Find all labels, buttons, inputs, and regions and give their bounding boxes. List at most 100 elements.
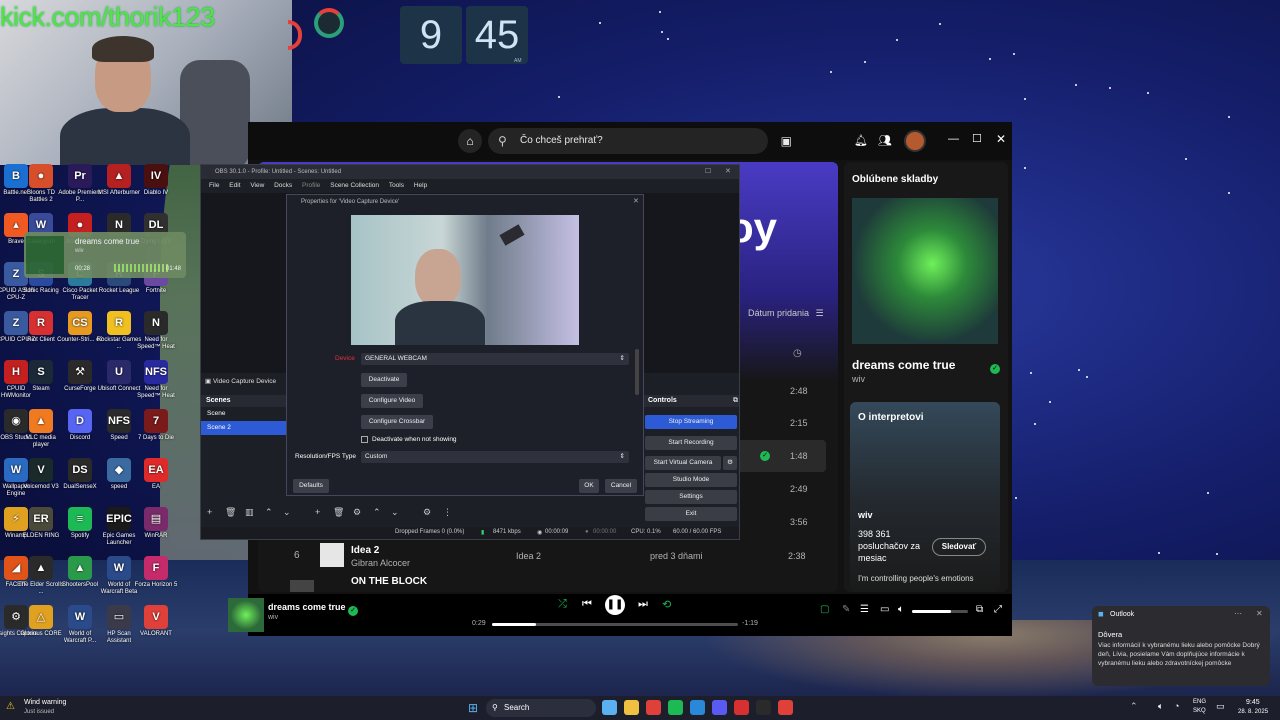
track-title-next[interactable]: ON THE BLOCK (351, 576, 427, 587)
filter-scene-icon[interactable]: ▥ (245, 507, 254, 518)
defaults-button[interactable]: Defaults (293, 479, 329, 493)
deactivate-checkbox[interactable] (361, 436, 368, 443)
spotify-search-input[interactable]: ⚲ Čo chceš prehrať? ▣ (488, 128, 792, 154)
scene-item[interactable]: Scene (201, 407, 287, 421)
menu-edit[interactable]: Edit (229, 182, 240, 189)
add-scene-icon[interactable]: + (207, 507, 212, 517)
taskbar-time[interactable]: 9:45 (1246, 699, 1260, 706)
studio-mode-button[interactable]: Studio Mode (645, 473, 737, 487)
start-recording-button[interactable]: Start Recording (645, 436, 737, 450)
deactivate-button[interactable]: Deactivate (361, 373, 407, 387)
weather-title[interactable]: Wind warning (24, 699, 66, 706)
device-select[interactable]: GENERAL WEBCAM ⇕ (361, 353, 629, 365)
menu-file[interactable]: File (209, 182, 219, 189)
panel-song-title[interactable]: dreams come true (852, 358, 955, 372)
file-explorer-icon[interactable] (624, 700, 639, 715)
exit-button[interactable]: Exit (645, 507, 737, 521)
mixer-settings-icon[interactable]: ⚙ (423, 507, 431, 518)
fullscreen-icon[interactable]: ⤢ (994, 604, 1002, 615)
volume-slider[interactable] (912, 610, 968, 613)
browse-icon[interactable]: ▣ (781, 128, 792, 154)
panel-undock-icon[interactable]: ⧉ (733, 397, 738, 405)
maximize-icon[interactable]: ☐ (972, 132, 982, 145)
menu-help[interactable]: Help (414, 182, 427, 189)
track-album[interactable]: Idea 2 (516, 551, 541, 561)
language-code[interactable]: ENG (1193, 699, 1206, 705)
panel-song-artist[interactable]: wiv (852, 374, 865, 384)
tray-chevron-icon[interactable]: ⌃ (1130, 701, 1138, 712)
network-icon[interactable]: ▭ (1216, 701, 1225, 712)
ok-button[interactable]: OK (579, 479, 599, 493)
track-artist[interactable]: Gibran Alcocer (351, 558, 410, 568)
source-down-icon[interactable]: ⌄ (391, 507, 399, 518)
scrollbar[interactable] (635, 349, 639, 395)
brave-icon[interactable] (646, 700, 661, 715)
add-source-icon[interactable]: + (315, 507, 320, 517)
now-playing-widget[interactable]: dreams come true wiv 00:28 01:48 (24, 232, 186, 278)
lyrics-icon[interactable]: ✎ (842, 604, 850, 615)
obs-close-icon[interactable]: ✕ (725, 167, 731, 175)
queue-icon[interactable]: ☰ (860, 604, 869, 615)
sort-dropdown[interactable]: Dátum pridania ☰ (748, 308, 824, 319)
start-virtual-camera-button[interactable]: Start Virtual Camera (645, 456, 721, 470)
now-playing-view-icon[interactable]: ▢ (820, 604, 829, 615)
remove-source-icon[interactable]: 🗑︎ (333, 507, 344, 518)
previous-icon[interactable]: ⏮︎ (582, 598, 592, 611)
player-song-title[interactable]: dreams come true (268, 602, 346, 612)
remove-scene-icon[interactable]: 🗑︎ (225, 507, 236, 518)
desktop-icon[interactable]: V VALORANT (133, 605, 179, 638)
home-icon[interactable]: ⌂ (458, 129, 482, 153)
configure-video-button[interactable]: Configure Video (361, 394, 423, 408)
copilot-icon[interactable] (602, 700, 617, 715)
configure-crossbar-button[interactable]: Configure Crossbar (361, 415, 433, 429)
bell-icon[interactable]: 🔔︎ (854, 134, 868, 147)
saved-check-icon[interactable]: ✓ (348, 606, 358, 616)
friends-icon[interactable]: 👥︎ (878, 134, 892, 147)
taskbar-date[interactable]: 28. 8. 2025 (1238, 709, 1268, 715)
scene-up-icon[interactable]: ⌃ (265, 507, 273, 518)
keyboard-code[interactable]: SKQ (1193, 708, 1206, 714)
volume-icon[interactable]: 🔈︎ (898, 604, 904, 615)
player-song-artist[interactable]: wiv (268, 614, 278, 621)
mixer-menu-icon[interactable]: ⋮ (443, 507, 452, 518)
desktop-icon[interactable]: F Forza Horizon 5 (133, 556, 179, 589)
spotify-icon[interactable] (668, 700, 683, 715)
desktop-icon[interactable]: ▤ WinRAR (133, 507, 179, 540)
msi-icon[interactable] (734, 700, 749, 715)
toast-more-icon[interactable]: ⋯ (1234, 609, 1242, 618)
stop-streaming-button[interactable]: Stop Streaming (645, 415, 737, 429)
desktop-icon[interactable]: 7 7 Days to Die (133, 409, 179, 442)
track-title[interactable]: Idea 2 (351, 545, 379, 556)
source-up-icon[interactable]: ⌃ (373, 507, 381, 518)
menu-view[interactable]: View (250, 182, 264, 189)
menu-profile[interactable]: Profile (302, 182, 320, 189)
desktop-icon[interactable]: N Need for Speed™ Heat (133, 311, 179, 351)
dialog-close-icon[interactable]: ✕ (633, 197, 639, 205)
saved-check-icon[interactable]: ✓ (760, 451, 770, 461)
repeat-icon[interactable]: ⟲ (662, 598, 671, 611)
desktop-icon[interactable]: EA EA (133, 458, 179, 491)
miniplayer-icon[interactable]: ⧉ (976, 604, 983, 615)
close-icon[interactable]: ✕ (996, 132, 1006, 146)
pause-button[interactable]: ❚❚ (605, 595, 625, 615)
device-icon[interactable]: ▭ (880, 604, 889, 615)
settings-button[interactable]: Settings (645, 490, 737, 504)
menu-docks[interactable]: Docks (274, 182, 292, 189)
scene-item-selected[interactable]: Scene 2 (201, 421, 287, 435)
wifi-icon[interactable]: ◔ (1174, 701, 1179, 711)
speaker-icon[interactable]: 🔈︎ (1158, 701, 1163, 712)
menu-scene-collection[interactable]: Scene Collection (330, 182, 379, 189)
windows-start-icon[interactable]: ⊞ (468, 701, 478, 715)
artist-name[interactable]: wiv (858, 510, 873, 520)
desktop-icon[interactable]: NFS Need for Speed™ Heat (133, 360, 179, 400)
progress-bar[interactable] (492, 623, 738, 626)
chrome-icon[interactable] (778, 700, 793, 715)
capcut-icon[interactable] (756, 700, 771, 715)
follow-button[interactable]: Sledovať (932, 538, 986, 556)
steam-icon[interactable] (690, 700, 705, 715)
next-icon[interactable]: ⏭︎ (638, 598, 648, 611)
scene-down-icon[interactable]: ⌄ (283, 507, 291, 518)
cancel-button[interactable]: Cancel (605, 479, 637, 493)
taskbar-search[interactable]: ⚲ Search (486, 699, 596, 717)
source-settings-icon[interactable]: ⚙ (353, 507, 361, 518)
